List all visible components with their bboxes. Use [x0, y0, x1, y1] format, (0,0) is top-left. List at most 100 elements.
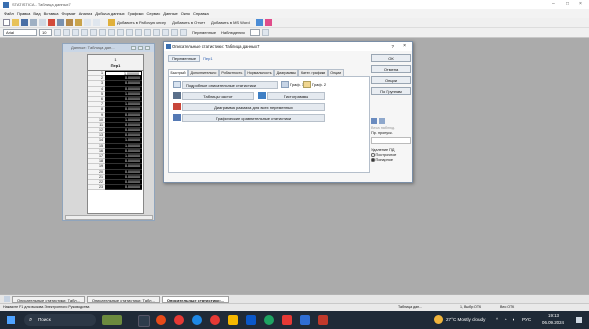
notifications-icon[interactable] — [576, 317, 582, 323]
variables-button[interactable]: Переменные — [168, 55, 201, 62]
weather-text[interactable]: 27°C Mostly cloudy — [446, 317, 485, 322]
minimize-button[interactable]: – — [552, 1, 555, 7]
menu-window[interactable]: Окно — [181, 11, 190, 16]
decimal-increase-icon[interactable] — [144, 29, 151, 36]
preview-icon[interactable] — [39, 19, 46, 26]
clock-time[interactable]: 19:13 — [548, 313, 559, 318]
windows-start-icon[interactable] — [7, 316, 15, 324]
dialog-close-button[interactable]: × — [403, 42, 406, 51]
menu-view[interactable]: Вид — [33, 11, 40, 16]
by-groups-button[interactable]: По Группам — [371, 87, 411, 95]
tab-diagrams[interactable]: Диаграммы — [274, 69, 299, 76]
dialog-help-button[interactable]: ? — [391, 42, 394, 51]
language-indicator[interactable]: РУС — [522, 317, 531, 322]
sheet-close-button[interactable] — [145, 46, 150, 50]
border-icon[interactable] — [126, 29, 133, 36]
data-grid[interactable]: 1 Пер1 1 2 3 4 5 6 7 8 9 10 11 12 13 14 15 16 17 18 19 20 21… — [87, 54, 144, 214]
menu-help[interactable]: Справка — [193, 11, 209, 16]
menu-insert[interactable]: Вставка — [44, 11, 59, 16]
menu-format[interactable]: Формат — [61, 11, 75, 16]
app-icon-5[interactable] — [318, 315, 328, 325]
save-icon[interactable] — [21, 19, 28, 26]
add-to-msword-link[interactable]: Добавить в MS Word — [211, 20, 250, 25]
bold-icon[interactable] — [54, 29, 61, 36]
frequency-tables-button[interactable]: Таблицы частот — [182, 92, 254, 100]
radio-pairwise-dot[interactable] — [371, 158, 375, 162]
menu-file[interactable]: Файл — [4, 11, 14, 16]
add-to-report-link[interactable]: Добавить в Отчет — [172, 20, 205, 25]
print-icon[interactable] — [30, 19, 37, 26]
tab-options[interactable]: Опции — [327, 69, 344, 76]
observations-dropdown[interactable]: Наблюдения — [221, 30, 245, 35]
cut-icon[interactable] — [48, 19, 55, 26]
statistica-icon[interactable] — [300, 315, 310, 325]
column-header[interactable]: 1 Пер1 — [88, 55, 143, 71]
selection-combo[interactable] — [249, 29, 260, 36]
tabs-nav-icon[interactable] — [4, 296, 10, 302]
wifi-icon[interactable]: ◔ — [504, 317, 507, 322]
cases-field[interactable] — [371, 137, 411, 144]
font-color-icon[interactable] — [108, 29, 115, 36]
box-whisker-button[interactable]: Диаграмма размаха для всех переменных — [182, 103, 325, 111]
format-painter-icon[interactable] — [75, 19, 82, 26]
add-to-workbook-link[interactable]: Добавить в Рабочую книгу — [117, 20, 166, 25]
widget-image-icon[interactable] — [102, 315, 122, 325]
close-window-button[interactable]: × — [579, 1, 582, 7]
underline-icon[interactable] — [72, 29, 79, 36]
tray-chevron-icon[interactable]: ^ — [496, 317, 498, 322]
sheet-minimize-button[interactable] — [131, 46, 136, 50]
menu-analysis[interactable]: Анализ — [79, 11, 93, 16]
bottom-tab-3[interactable]: Описательные статистики:... — [161, 295, 230, 303]
font-size-select[interactable]: 10 — [39, 29, 52, 36]
taskbar-search[interactable]: ⌕ Поиск — [24, 314, 96, 326]
file-explorer-icon[interactable] — [228, 315, 238, 325]
align-left-icon[interactable] — [81, 29, 88, 36]
row-number[interactable]: 23 — [88, 185, 105, 191]
maximize-button[interactable]: □ — [566, 1, 569, 7]
fill-color-icon[interactable] — [117, 29, 124, 36]
graph-compare-button[interactable]: Графические сравнительные статистики — [182, 114, 325, 122]
table-cell[interactable]: 0.000000 — [105, 185, 142, 191]
radio-listwise-dot[interactable] — [371, 153, 375, 157]
tab-normality[interactable]: Нормальность — [244, 69, 275, 76]
app-icon-1[interactable] — [156, 315, 166, 325]
menu-graphs[interactable]: Графики — [128, 11, 144, 16]
menu-data-mining[interactable]: Добыча данных — [95, 11, 124, 16]
radio-pairwise[interactable]: Попарное — [371, 158, 411, 163]
spreadsheet-window[interactable]: Данные: Таблица дан... 1 Пер1 1234567891… — [62, 43, 155, 221]
font-family-select[interactable]: Arial — [3, 29, 37, 36]
sort-icon[interactable] — [135, 29, 142, 36]
select-cases-icon[interactable] — [371, 118, 377, 124]
goto-icon[interactable] — [180, 29, 187, 36]
decimal-decrease-icon[interactable] — [153, 29, 160, 36]
bottom-tab-1[interactable]: Описательные статистики: Табл... — [12, 295, 85, 303]
graph2-link[interactable]: Граф. 2 — [312, 82, 326, 87]
app-icon-3[interactable] — [210, 315, 220, 325]
task-view-icon[interactable] — [138, 315, 150, 327]
tab-quick[interactable]: Быстрый — [168, 69, 188, 76]
italic-icon[interactable] — [63, 29, 70, 36]
app-icon-4[interactable] — [282, 315, 292, 325]
redo-icon[interactable] — [93, 19, 100, 26]
tab-categorized-graphs[interactable]: Катег. графики — [298, 69, 328, 76]
edge-icon[interactable] — [192, 315, 202, 325]
options-button[interactable]: Опции — [371, 76, 411, 84]
filter-icon[interactable] — [171, 29, 178, 36]
summary-button[interactable]: Подробные описательные статистики — [182, 81, 278, 89]
volume-icon[interactable]: ◖ — [512, 317, 515, 322]
open-icon[interactable] — [12, 19, 19, 26]
paste-icon[interactable] — [66, 19, 73, 26]
clock-date[interactable]: 06.09.2024 — [542, 320, 564, 325]
variables-dropdown[interactable]: Переменные — [192, 30, 216, 35]
weight-icon[interactable] — [379, 118, 385, 124]
new-icon[interactable] — [3, 19, 10, 26]
menu-edit[interactable]: Правка — [17, 11, 31, 16]
align-center-icon[interactable] — [90, 29, 97, 36]
column-cells[interactable]: 1.000000 0.000000 0.000000 0.000000 1.000000… — [105, 71, 142, 191]
ok-button[interactable]: ОК — [371, 54, 411, 62]
sheet-horizontal-scrollbar[interactable] — [65, 215, 153, 220]
help-pointer-icon[interactable] — [264, 19, 272, 26]
word-icon[interactable] — [255, 19, 263, 26]
app-icon-2[interactable] — [174, 315, 184, 325]
bottom-tab-2[interactable]: Описательные статистики: Табл... — [86, 295, 160, 303]
